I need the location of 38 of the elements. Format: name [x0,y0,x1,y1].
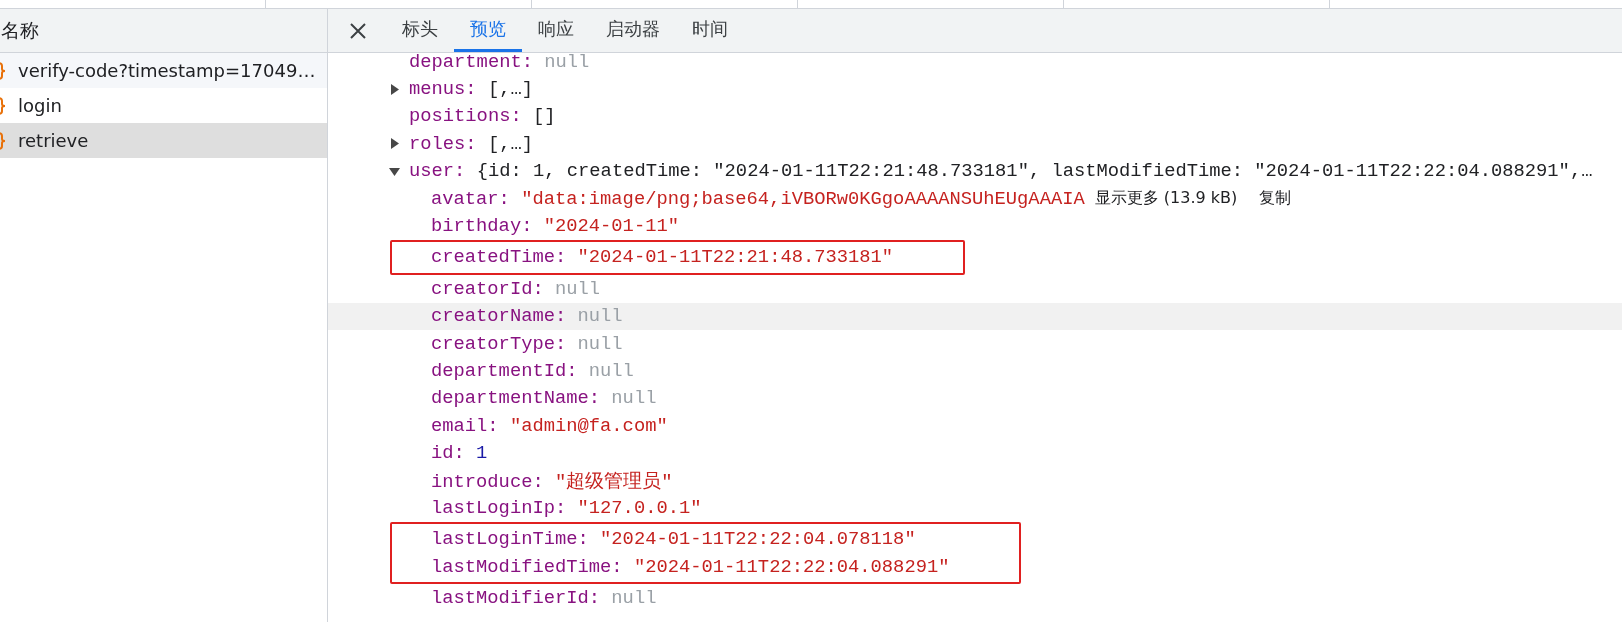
property-line: id: 1 [431,442,488,465]
property-line: creatorId: null [431,277,601,300]
request-item[interactable]: retrieve [0,123,327,158]
json-icon [0,61,6,80]
request-item[interactable]: login [0,88,327,123]
expand-triangle-icon[interactable] [389,83,400,95]
close-icon[interactable] [350,22,366,39]
property-line: roles: [,…] [409,132,533,155]
property-line: user: {id: 1, createdTime: "2024-01-11T22:21:48.733181", lastModifiedTime: "2024-01-11T22:22:04.088291",… [409,160,1593,183]
copy-link[interactable]: 复制 [1259,188,1292,210]
property-line: departmentName: null [431,387,657,410]
tab[interactable]: 标头 [386,9,454,52]
tab[interactable]: 时间 [676,9,744,52]
property-line: email: "admin@fa.com" [431,414,668,437]
property-line: lastModifierId: null [431,587,657,610]
property-line: birthday: "2024-01-11" [431,215,679,238]
property-line: lastModifiedTime: "2024-01-11T22:22:04.088291" [431,555,950,578]
property-line: avatar: "data:image/png;base64,iVBORw0KGgoAAAANSUhEUgAAAIA [431,187,1085,210]
property-line: creatorName: null [431,305,623,328]
json-icon [0,96,6,115]
tab[interactable]: 预览 [454,9,522,52]
request-item[interactable]: verify-code?timestamp=17049… [0,53,327,88]
tab[interactable]: 启动器 [590,9,676,52]
property-line: menus: [,…] [409,78,533,101]
json-icon [0,131,6,150]
column-header: 名称 [1,17,39,43]
property-line: creatorType: null [431,332,623,355]
property-line: lastLoginIp: "127.0.0.1" [431,496,702,519]
tab[interactable]: 响应 [522,9,590,52]
property-line: createdTime: "2024-01-11T22:21:48.733181" [431,246,894,269]
show-more-link[interactable]: 显示更多 (13.9 kB) [1094,188,1238,210]
property-line: positions: [] [409,105,556,128]
property-line: departmentId: null [431,360,634,382]
expand-triangle-icon[interactable] [389,138,400,150]
property-line: introduce: "超级管理员" [431,469,673,494]
property-line: department: null [409,53,590,73]
expand-triangle-icon[interactable] [389,165,400,177]
property-line: lastLoginTime: "2024-01-11T22:22:04.078118" [431,528,916,551]
